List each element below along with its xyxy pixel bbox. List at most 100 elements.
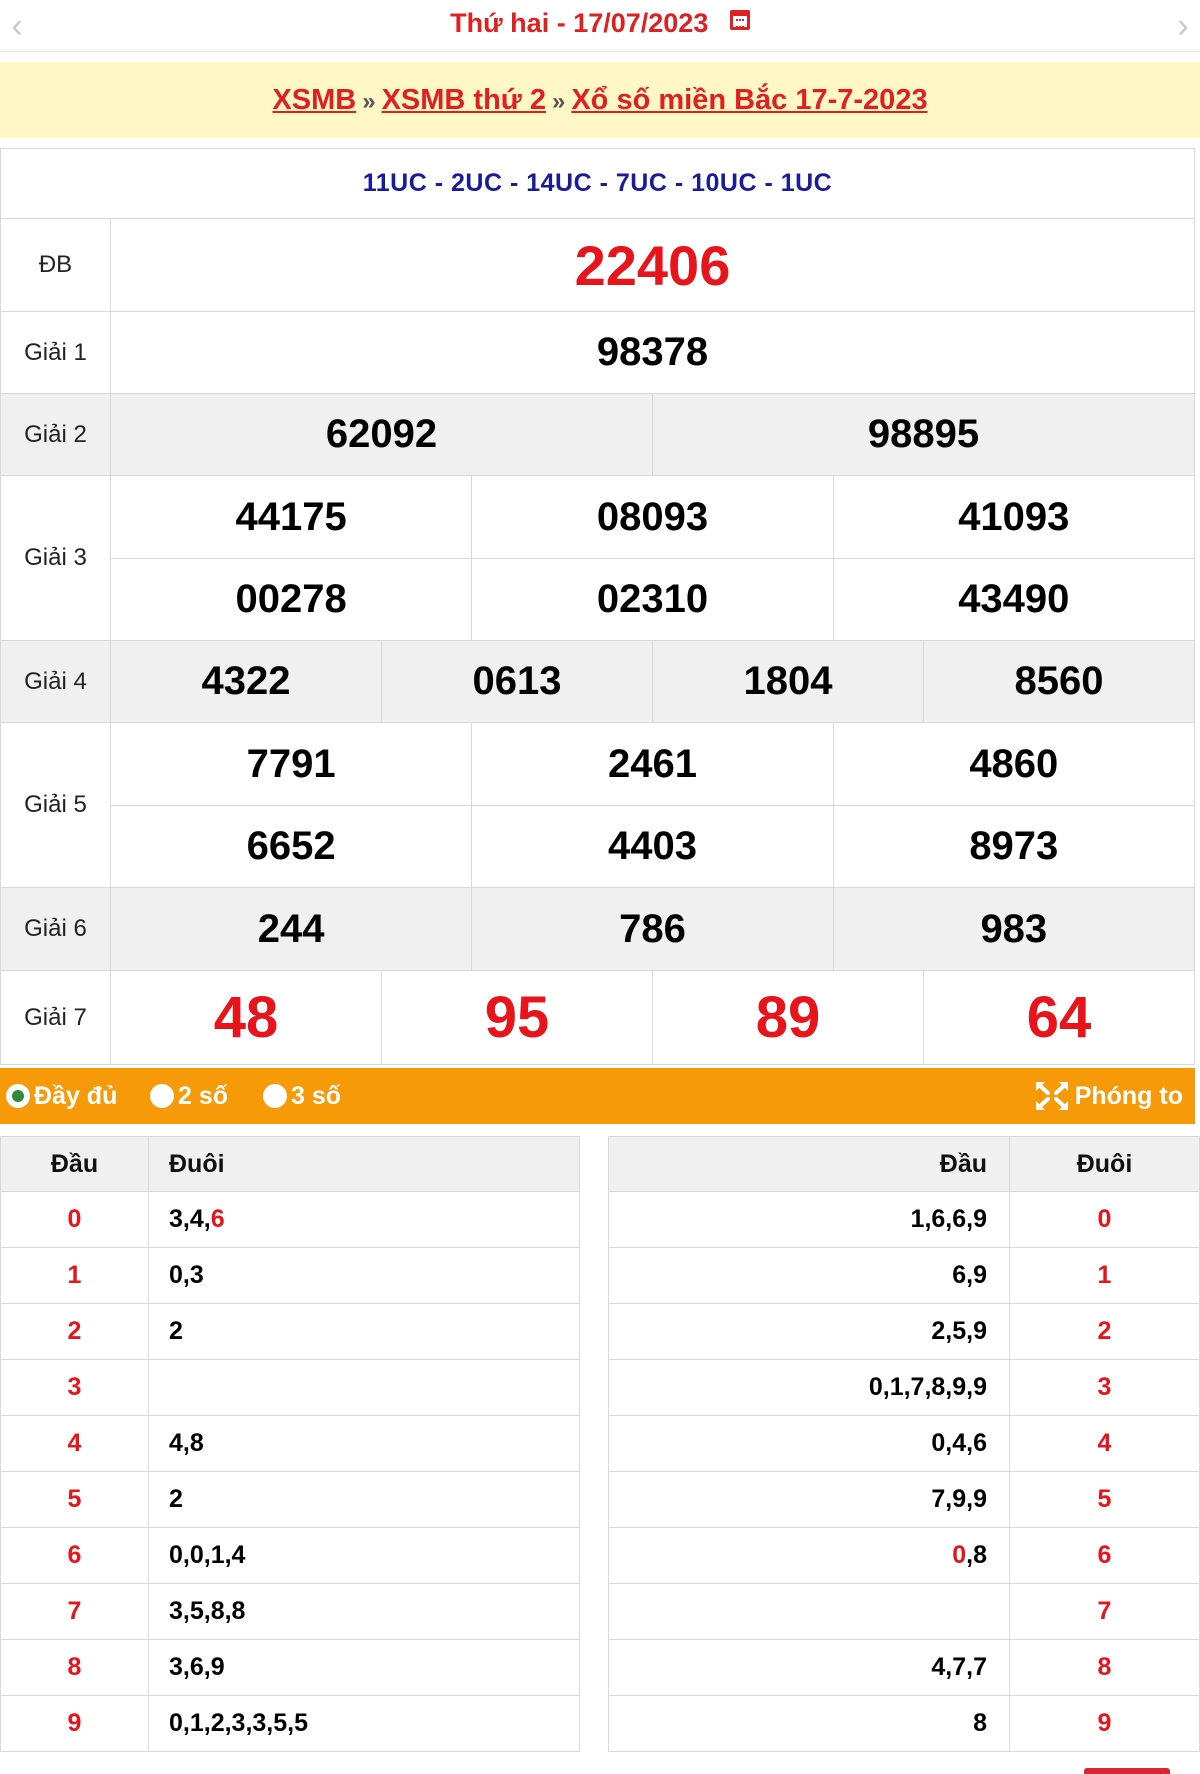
prize-3-number: 02310 [471, 558, 834, 641]
dau-list [608, 1583, 1010, 1640]
duoi-digit: 9 [1009, 1695, 1200, 1752]
prize-2-number: 98895 [651, 393, 1196, 476]
breadcrumb-current-date[interactable]: Xổ số miền Bắc 17-7-2023 [571, 84, 927, 116]
prize-5-number: 8973 [832, 805, 1196, 888]
dau-list: 7,9,9 [608, 1471, 1010, 1528]
prize-label-g3: Giải 3 [0, 475, 111, 641]
duoi-list: 0,0,1,4 [148, 1527, 580, 1584]
duoi-digit: 6 [1009, 1527, 1200, 1584]
duoi-header: Đuôi [148, 1136, 580, 1192]
prize-4-number: 4322 [110, 640, 382, 723]
lottery-results-table: 11UC - 2UC - 14UC - 7UC - 10UC - 1UC ĐB … [0, 148, 1196, 1065]
dau-list: 6,9 [608, 1247, 1010, 1304]
expand-icon [1035, 1082, 1068, 1110]
dau-list: 0,4,6 [608, 1415, 1010, 1472]
option-full[interactable]: Đầy đủ [6, 1082, 117, 1110]
option-full-label: Đầy đủ [34, 1082, 118, 1110]
radio-icon[interactable] [263, 1084, 287, 1108]
prize-1-number: 98378 [110, 311, 1195, 394]
prize-6-number: 983 [832, 887, 1196, 971]
duoi-list: 3,5,8,8 [148, 1583, 580, 1640]
duoi-statistics-table: Đầu Đuôi 1,6,6,9 0 6,9 1 2,5,9 2 0,1,7,8,9,… [608, 1136, 1200, 1752]
radio-icon[interactable] [150, 1084, 174, 1108]
breadcrumb-xsmb-monday[interactable]: XSMB thứ 2 [382, 84, 546, 116]
prize-2-number: 62092 [110, 393, 653, 476]
draw-date: Thứ hai - 17/07/2023 [0, 8, 1200, 39]
breadcrumb-separator: » [551, 88, 566, 115]
prize-4-number: 1804 [651, 640, 924, 723]
prize-label-g5: Giải 5 [0, 722, 111, 888]
dau-list: 2,5,9 [608, 1303, 1010, 1360]
duoi-list: 4,8 [148, 1415, 580, 1472]
breadcrumb: XSMB» XSMB thứ 2» Xổ số miền Bắc 17-7-2023 [0, 62, 1200, 138]
dau-list: 0,8 [608, 1527, 1010, 1584]
option-three-digits[interactable]: 3 số [263, 1082, 341, 1110]
prize-5-number: 6652 [109, 805, 473, 888]
zoom-label: Phóng to [1074, 1082, 1183, 1110]
duoi-list: 3,6,9 [148, 1639, 580, 1696]
dau-list: 4,7,7 [608, 1639, 1010, 1696]
duoi-list [148, 1359, 580, 1416]
prize-5-number: 4403 [471, 805, 834, 888]
dau-digit: 7 [0, 1583, 149, 1640]
dau-header: Đầu [608, 1136, 1010, 1192]
prize-4-number: 0613 [380, 640, 653, 723]
dau-digit: 1 [0, 1247, 149, 1304]
date-navigation-bar: ‹ Thứ hai - 17/07/2023 › [0, 0, 1200, 52]
prize-label-g6: Giải 6 [0, 887, 111, 971]
dau-digit: 0 [0, 1191, 149, 1248]
calendar-icon[interactable] [729, 10, 750, 30]
breadcrumb-separator: » [362, 88, 376, 115]
duoi-digit: 5 [1009, 1471, 1200, 1528]
dau-digit: 3 [0, 1359, 149, 1416]
duoi-digit: 0 [1009, 1191, 1200, 1248]
duoi-list: 0,3 [148, 1247, 580, 1304]
prize-label-db: ĐB [0, 218, 111, 312]
option-two-digits[interactable]: 2 số [150, 1082, 228, 1110]
duoi-list: 2 [148, 1471, 580, 1528]
duoi-digit: 4 [1009, 1415, 1200, 1472]
prize-label-g2: Giải 2 [0, 393, 111, 476]
dau-digit: 6 [0, 1527, 149, 1584]
duoi-list: 2 [148, 1303, 580, 1360]
dau-list: 8 [608, 1695, 1010, 1752]
dau-header: Đầu [0, 1136, 149, 1192]
duoi-digit: 1 [1009, 1247, 1200, 1304]
prize-5-number: 2461 [471, 722, 834, 806]
prize-3-number: 00278 [109, 558, 473, 641]
duoi-digit: 8 [1009, 1639, 1200, 1696]
dau-list: 1,6,6,9 [608, 1191, 1010, 1248]
radio-selected-icon[interactable] [6, 1084, 30, 1108]
prize-3-number: 43490 [832, 558, 1196, 641]
dau-digit: 5 [0, 1471, 149, 1528]
special-prize-number: 22406 [110, 218, 1195, 312]
dau-statistics-table: Đầu Đuôi 0 3,4,6 1 0,3 22 3 4 4,8 52 6 0,0,1… [0, 1136, 580, 1752]
prize-7-number: 64 [922, 970, 1196, 1065]
prize-label-g7: Giải 7 [0, 970, 111, 1065]
special-highlight: 6 [210, 1205, 225, 1233]
prize-3-number: 44175 [109, 475, 473, 559]
duoi-list: 3,4,6 [148, 1191, 580, 1248]
prize-label-g1: Giải 1 [0, 311, 111, 394]
option-three-label: 3 số [291, 1082, 342, 1110]
prize-6-number: 244 [109, 887, 473, 971]
display-options-bar: Đầy đủ 2 số 3 số Phóng to [0, 1068, 1195, 1124]
dau-digit: 4 [0, 1415, 149, 1472]
breadcrumb-xsmb[interactable]: XSMB [272, 84, 356, 116]
prize-4-number: 8560 [922, 640, 1196, 723]
prize-6-number: 786 [471, 887, 834, 971]
chevron-right-icon[interactable]: › [1168, 8, 1198, 44]
duoi-header: Đuôi [1009, 1136, 1200, 1192]
prize-label-g4: Giải 4 [0, 640, 111, 723]
prize-5-number: 7791 [109, 722, 473, 806]
date-value[interactable]: 17/07/2023 [573, 8, 708, 38]
duoi-list: 0,1,2,3,3,5,5 [148, 1695, 580, 1752]
dau-digit: 2 [0, 1303, 149, 1360]
dau-digit: 9 [0, 1695, 149, 1752]
prize-3-number: 08093 [471, 475, 834, 559]
prize-5-number: 4860 [832, 722, 1196, 806]
weekday-label: Thứ hai - [450, 8, 566, 38]
zoom-button[interactable]: Phóng to [1035, 1080, 1183, 1112]
duoi-digit: 7 [1009, 1583, 1200, 1640]
floating-tab[interactable] [1084, 1768, 1170, 1774]
